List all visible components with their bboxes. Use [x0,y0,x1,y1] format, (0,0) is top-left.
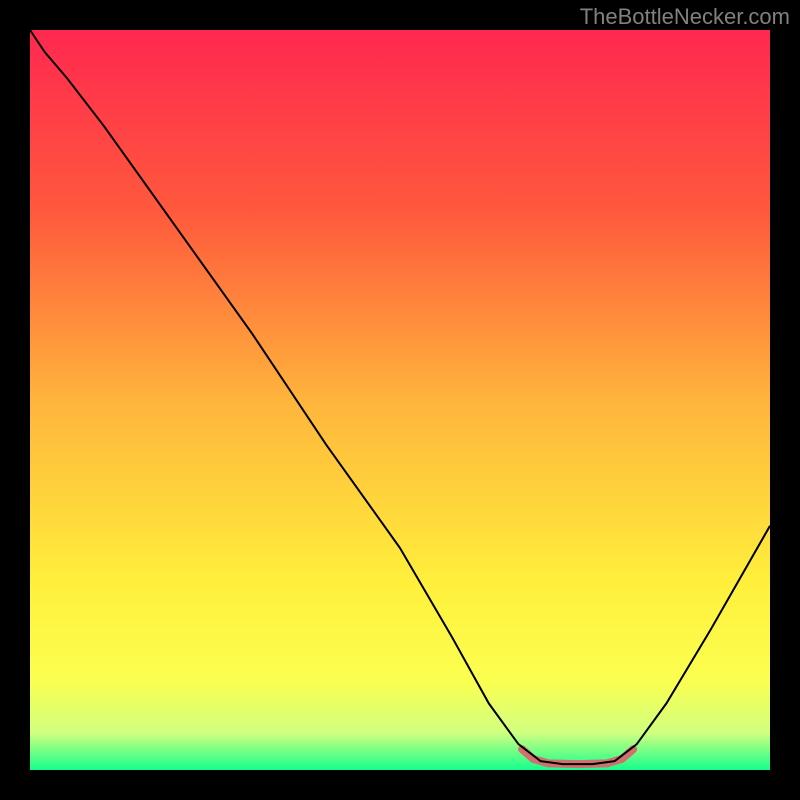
bottom-highlight-line [522,749,633,764]
curve-overlay [30,30,770,770]
watermark-text: TheBottleNecker.com [580,4,790,30]
bottleneck-curve-line [30,30,770,764]
chart-area [30,30,770,770]
